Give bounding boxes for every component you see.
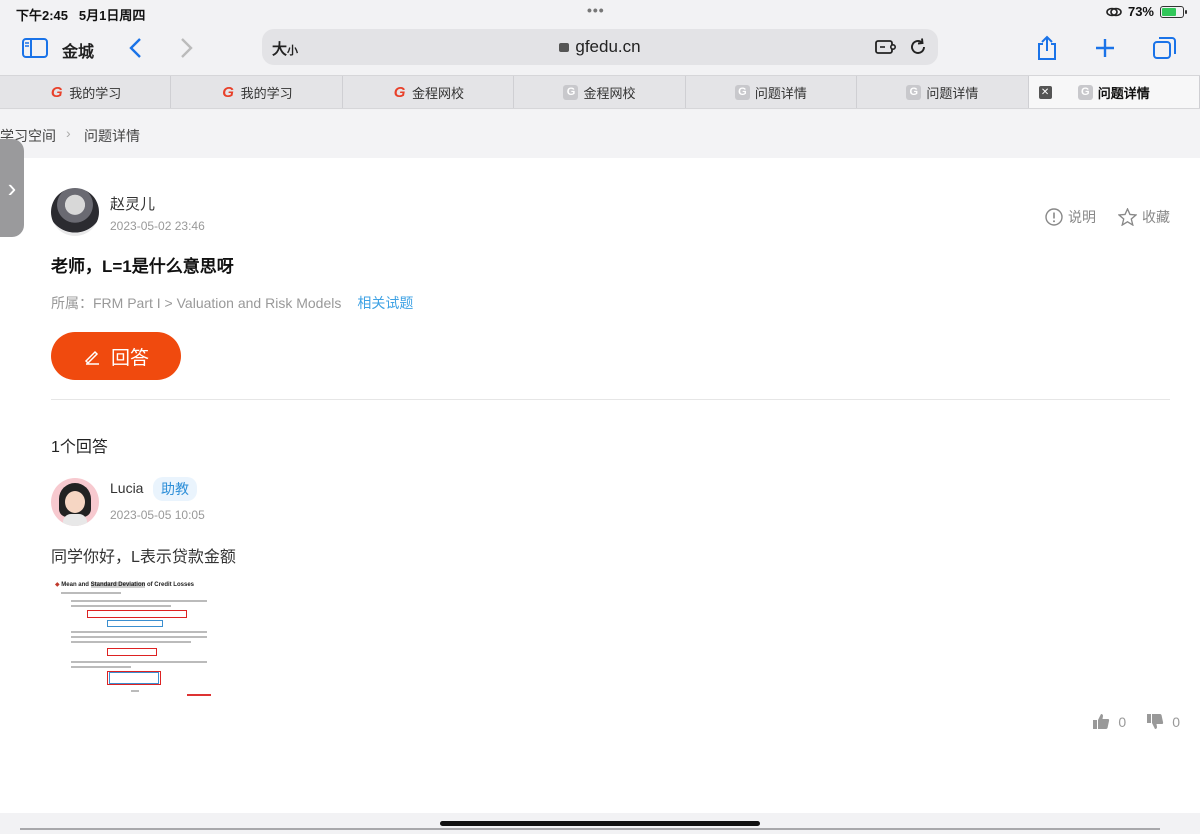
tab-1[interactable]: G 我的学习 [0, 76, 172, 108]
question-detail-panel: 赵灵儿 2023-05-02 23:46 说明 收藏 老师，L=1是什么意思呀 … [0, 158, 1200, 813]
question-category: 所属：FRM Part I > Valuation and Risk Model… [51, 295, 414, 311]
tab-strip: G 我的学习 G 我的学习 G 金程网校 G 金程网校 G 问题详情 G 问题详情 ✕ G 问题… [0, 75, 1200, 109]
tab-group-title[interactable]: 金城 [62, 38, 94, 62]
star-icon [1118, 208, 1137, 226]
status-time: 下午2:45 5月1日周四 [16, 8, 146, 23]
tab-4[interactable]: G 金程网校 [514, 76, 686, 108]
battery-icon [1160, 5, 1187, 18]
avatar[interactable] [51, 478, 99, 526]
gfedu-favicon-icon: G [50, 83, 63, 101]
answer-text: 同学你好，L表示贷款金额 [51, 549, 236, 566]
answer-votes: 0 0 [1092, 713, 1180, 730]
browser-toolbar: 金城 大小 gfedu.cn [0, 24, 1200, 74]
side-panel-handle-icon[interactable]: › [0, 139, 24, 237]
question-author[interactable]: 赵灵儿 [110, 193, 155, 214]
thumbs-down-icon [1147, 714, 1164, 729]
thumbs-up-icon [1093, 714, 1110, 729]
extension-icon[interactable] [870, 33, 900, 61]
related-questions-link[interactable]: 相关试题 [357, 295, 413, 311]
tab-3[interactable]: G 金程网校 [342, 76, 515, 108]
status-right: 73% [1106, 4, 1187, 19]
dislike-button[interactable]: 0 [1146, 713, 1180, 730]
scroll-indicator [20, 828, 1160, 830]
battery-percent: 73% [1127, 4, 1154, 19]
address-bar[interactable]: 大小 gfedu.cn [262, 29, 938, 65]
answer-image-thumbnail[interactable]: ◆ Mean and Standard Deviation of Credit … [51, 576, 217, 698]
url-text[interactable]: gfedu.cn [262, 37, 938, 57]
reload-icon[interactable] [903, 33, 933, 61]
avatar[interactable] [51, 188, 99, 236]
answer-date: 2023-05-05 10:05 [110, 508, 205, 522]
sidebar-icon[interactable] [20, 34, 50, 62]
info-icon [1045, 208, 1063, 226]
slide-title: ◆ Mean and Standard Deviation of Credit … [55, 582, 194, 588]
pencil-icon [84, 350, 99, 365]
tab-6[interactable]: G 问题详情 [857, 76, 1029, 108]
multitask-dots-icon[interactable]: ••• [587, 2, 605, 18]
gfedu-favicon-icon: G [222, 83, 234, 101]
answer-button[interactable]: 回答 [51, 332, 181, 380]
generic-favicon-icon: G [734, 84, 750, 100]
generic-favicon-icon: G [906, 84, 922, 100]
question-actions: 说明 收藏 [1045, 207, 1170, 227]
share-icon[interactable] [1032, 34, 1062, 62]
divider [51, 399, 1170, 400]
tab-5[interactable]: G 问题详情 [685, 76, 858, 108]
generic-favicon-icon: G [563, 84, 579, 100]
lock-icon [559, 43, 570, 52]
answer-count: 1个回答 [51, 439, 108, 456]
back-icon[interactable] [120, 34, 150, 62]
status-bar: 下午2:45 5月1日周四 ••• 73% [0, 0, 1200, 24]
generic-favicon-icon: G [1077, 84, 1093, 100]
close-tab-icon[interactable]: ✕ [1038, 86, 1052, 99]
wifi-link-icon [1106, 7, 1122, 16]
breadcrumb: 学习空间 › 问题详情 [0, 110, 1200, 158]
breadcrumb-separator-icon: › [66, 125, 71, 141]
teaching-assistant-badge: 助教 [153, 477, 197, 501]
question-date: 2023-05-02 23:46 [110, 219, 205, 233]
tab-2[interactable]: G 我的学习 [171, 76, 343, 108]
breadcrumb-current: 问题详情 [84, 128, 140, 144]
explain-button[interactable]: 说明 [1045, 207, 1096, 227]
like-button[interactable]: 0 [1092, 713, 1126, 730]
gfedu-favicon-icon: G [393, 83, 406, 101]
favorite-button[interactable]: 收藏 [1118, 207, 1170, 227]
forward-icon[interactable] [172, 34, 202, 62]
tab-7-active[interactable]: ✕ G 问题详情 [1028, 76, 1200, 108]
add-icon[interactable] [1090, 34, 1120, 62]
tabs-icon[interactable] [1150, 34, 1180, 62]
home-indicator[interactable] [440, 821, 760, 826]
question-title: 老师，L=1是什么意思呀 [51, 257, 234, 276]
answer-author[interactable]: Lucia [110, 480, 143, 496]
